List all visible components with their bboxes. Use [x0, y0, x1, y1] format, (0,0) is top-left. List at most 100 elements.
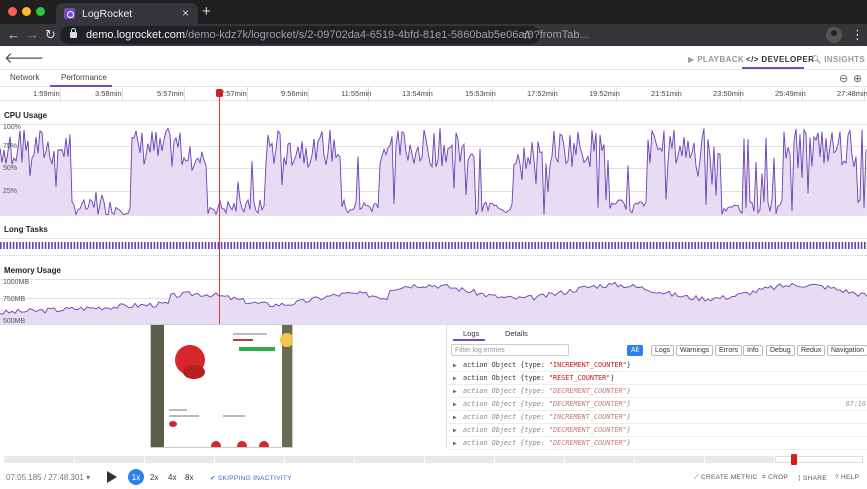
long-task-mark [240, 242, 242, 249]
replay-sidebar [151, 325, 164, 447]
log-entry[interactable]: ▶ action Object {type: "INCREMENT_COUNTER… [447, 411, 867, 424]
long-task-mark [662, 242, 664, 249]
log-entry[interactable]: ▶ action Object {type: "DECREMENT_COUNTER… [447, 437, 867, 450]
share-button[interactable]: ⟨ SHARE [798, 474, 827, 482]
browser-menu-icon[interactable]: ⋮ [851, 27, 864, 43]
log-entry[interactable]: ▶ action Object {type: "INCREMENT_COUNTER… [447, 359, 867, 372]
long-tasks-strip[interactable] [0, 242, 867, 250]
arrow-left-icon[interactable]: 🡐 [4, 48, 44, 67]
long-task-mark [505, 242, 508, 249]
long-task-mark [438, 242, 440, 249]
long-task-mark [268, 242, 271, 249]
log-entry[interactable]: ▶ action Object {type: "DECREMENT_COUNTER… [447, 398, 867, 411]
level-filter-debug[interactable]: Debug [766, 345, 795, 356]
session-replay-preview[interactable] [150, 324, 293, 448]
long-task-mark [393, 242, 396, 249]
long-task-mark [19, 242, 21, 249]
playback-time[interactable]: 07:05.185 / 27:48.301 ▾ [6, 473, 90, 482]
long-task-mark [809, 242, 812, 249]
speed-4x-button[interactable]: 4x [168, 473, 176, 482]
expand-arrow-icon[interactable]: ▶ [453, 414, 457, 421]
log-entry[interactable]: ▶ action Object {type: "RESET_COUNTER"} [447, 372, 867, 385]
long-task-mark [700, 242, 703, 249]
long-task-mark [624, 242, 626, 249]
long-task-mark [300, 242, 303, 249]
memory-usage-title: Memory Usage [4, 266, 61, 275]
playhead-handle[interactable] [216, 89, 223, 97]
tab-developer[interactable]: </> DEVELOPER [746, 55, 814, 64]
level-filter-navigation[interactable]: Navigation [827, 345, 867, 356]
tab-playback[interactable]: ▶ PLAYBACK [688, 55, 744, 64]
zoom-in-icon[interactable]: ⊕ [853, 72, 862, 85]
speed-1x-button[interactable]: 1x [128, 469, 144, 485]
expand-arrow-icon[interactable]: ▶ [453, 375, 457, 382]
tab-details[interactable]: Details [505, 329, 528, 338]
skip-inactivity-toggle[interactable]: ✔ SKIPPING INACTIVITY [210, 474, 292, 482]
expand-arrow-icon[interactable]: ▶ [453, 362, 457, 369]
expand-arrow-icon[interactable]: ▶ [453, 440, 457, 447]
tick-label: 23:50min [713, 89, 744, 98]
long-task-mark [752, 242, 754, 249]
new-tab-icon[interactable]: + [202, 3, 211, 20]
player-controls: 07:05.185 / 27:48.301 ▾ 1x 2x 4x 8x ✔ SK… [0, 465, 867, 489]
browser-tab[interactable]: LogRocket × [56, 3, 198, 24]
arrow-right-icon[interactable]: → [26, 27, 39, 42]
profile-avatar[interactable] [826, 27, 842, 43]
long-task-mark [9, 242, 12, 249]
log-entry[interactable]: ▶ action Object {type: "DECREMENT_COUNTER… [447, 385, 867, 398]
expand-arrow-icon[interactable]: ▶ [453, 401, 457, 408]
long-task-mark [374, 242, 376, 249]
level-filter-logs[interactable]: Logs [651, 345, 675, 356]
long-task-mark [403, 242, 405, 249]
long-task-mark [83, 242, 85, 249]
tab-insights[interactable]: 🔍︎ INSIGHTS [811, 55, 865, 64]
memory-usage-chart[interactable] [0, 279, 867, 324]
speed-8x-button[interactable]: 8x [185, 473, 193, 482]
star-icon[interactable]: ☆ [522, 28, 533, 42]
tab-logs[interactable]: Logs [463, 329, 479, 338]
tick-label: 13:54min [402, 89, 433, 98]
tab-network[interactable]: Network [10, 73, 39, 82]
zoom-out-icon[interactable]: ⊖ [839, 72, 848, 85]
address-bar[interactable]: demo.logrocket.com/demo-kdz7k/logrocket/… [60, 26, 589, 44]
long-task-mark [665, 242, 668, 249]
close-window-button[interactable] [8, 7, 17, 16]
maximize-window-button[interactable] [36, 7, 45, 16]
scrubber-handle[interactable] [791, 454, 797, 465]
level-filter-redux[interactable]: Redux [797, 345, 826, 356]
session-scrubber[interactable] [4, 454, 863, 465]
cpu-usage-chart[interactable] [0, 124, 867, 215]
long-task-mark [761, 242, 764, 249]
expand-arrow-icon[interactable]: ▶ [453, 427, 457, 434]
level-filter-info[interactable]: Info [743, 345, 763, 356]
tick-label: 11:55min [341, 89, 372, 98]
long-task-mark [841, 242, 844, 249]
long-task-mark [57, 242, 60, 249]
long-task-mark [12, 242, 15, 249]
long-task-mark [758, 242, 760, 249]
minimize-window-button[interactable] [22, 7, 31, 16]
tick-label: 27:48min [837, 89, 867, 98]
expand-arrow-icon[interactable]: ▶ [453, 388, 457, 395]
reload-icon[interactable]: ↻ [45, 27, 56, 43]
help-button[interactable]: ? HELP [835, 474, 859, 481]
long-task-mark [684, 242, 687, 249]
long-task-mark [585, 242, 588, 249]
level-filter-all[interactable]: All [627, 345, 643, 356]
arrow-left-icon[interactable]: ← [7, 27, 20, 42]
create-metric-button[interactable]: ⟋ CREATE METRIC [694, 474, 757, 482]
crop-button[interactable]: ⌗ CROP [762, 474, 788, 482]
speed-2x-button[interactable]: 2x [150, 473, 158, 482]
log-entry[interactable]: ▶ action Object {type: "DECREMENT_COUNTER… [447, 424, 867, 437]
long-task-mark [556, 242, 559, 249]
log-filter-input[interactable]: Filter log entries [451, 344, 569, 356]
play-icon[interactable] [107, 471, 117, 483]
playhead-line[interactable] [219, 92, 220, 324]
memory-area [0, 282, 867, 324]
long-task-mark [428, 242, 431, 249]
long-task-mark [144, 242, 146, 249]
close-tab-icon[interactable]: × [182, 6, 189, 20]
level-filter-warnings[interactable]: Warnings [676, 345, 714, 356]
tab-performance[interactable]: Performance [61, 73, 107, 82]
level-filter-errors[interactable]: Errors [715, 345, 743, 356]
